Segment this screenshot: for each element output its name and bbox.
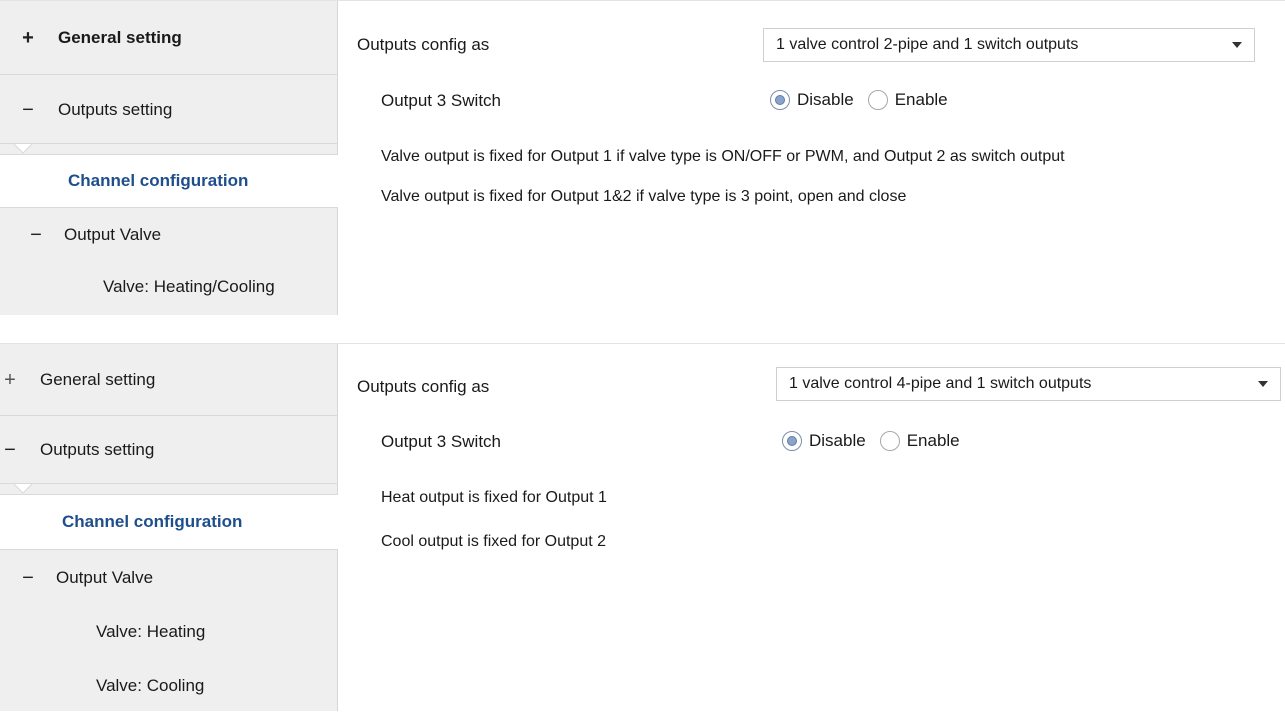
- sidebar-item-valve-heating-cooling[interactable]: Valve: Heating/Cooling: [0, 261, 338, 313]
- sidebar-item-label: Valve: Heating: [96, 622, 206, 641]
- radio-disable-button[interactable]: [770, 90, 790, 110]
- info-note: Valve output is fixed for Output 1&2 if …: [381, 188, 907, 205]
- minus-icon: −: [30, 224, 42, 246]
- outputs-config-select[interactable]: 1 valve control 2-pipe and 1 switch outp…: [763, 28, 1255, 62]
- output-3-switch-radio-group: Disable Enable: [782, 431, 974, 451]
- sidebar-item-valve-cooling[interactable]: Valve: Cooling: [0, 660, 338, 712]
- chevron-down-icon: [1258, 381, 1268, 387]
- radio-disable-label: Disable: [797, 90, 854, 109]
- sidebar-item-label: Channel configuration: [62, 512, 243, 531]
- sidebar-item-outputs-setting[interactable]: − Outputs setting: [0, 417, 338, 484]
- radio-disable[interactable]: Disable: [782, 431, 866, 451]
- minus-icon: −: [22, 567, 34, 589]
- sidebar-item-outputs-setting[interactable]: − Outputs setting: [0, 76, 338, 144]
- sidebar: + General setting − Outputs setting Chan…: [0, 1, 338, 315]
- settings-panel-4-pipe: + General setting − Outputs setting Chan…: [0, 343, 1285, 711]
- sidebar: + General setting − Outputs setting Chan…: [0, 344, 338, 711]
- selection-notch-icon: [14, 484, 32, 494]
- sidebar-item-label: General setting: [58, 27, 182, 47]
- radio-disable[interactable]: Disable: [770, 90, 854, 110]
- outputs-config-select[interactable]: 1 valve control 4-pipe and 1 switch outp…: [776, 367, 1281, 401]
- sidebar-item-label: Outputs setting: [58, 99, 173, 119]
- sidebar-item-general-setting[interactable]: + General setting: [0, 344, 338, 416]
- plus-icon: +: [22, 26, 34, 49]
- sidebar-item-label: General setting: [40, 369, 156, 389]
- info-note: Cool output is fixed for Output 2: [381, 533, 607, 550]
- sidebar-item-channel-configuration[interactable]: Channel configuration: [0, 494, 338, 550]
- radio-enable[interactable]: Enable: [867, 90, 948, 110]
- settings-panel-2-pipe: + General setting − Outputs setting Chan…: [0, 0, 1285, 315]
- output-3-switch-label: Output 3 Switch: [381, 91, 502, 110]
- sidebar-item-label: Output Valve: [56, 568, 154, 587]
- output-3-switch-radio-group: Disable Enable: [770, 90, 962, 110]
- sidebar-item-label: Valve: Heating/Cooling: [103, 277, 275, 296]
- radio-disable-label: Disable: [809, 431, 866, 450]
- chevron-down-icon: [1232, 42, 1242, 48]
- radio-enable-button[interactable]: [867, 90, 888, 110]
- radio-enable[interactable]: Enable: [879, 431, 960, 451]
- info-note: Valve output is fixed for Output 1 if va…: [381, 148, 1065, 165]
- sidebar-item-output-valve[interactable]: − Output Valve: [0, 209, 338, 261]
- sidebar-item-valve-heating[interactable]: Valve: Heating: [0, 606, 338, 658]
- selection-notch-icon: [14, 144, 32, 154]
- radio-enable-label: Enable: [906, 431, 960, 450]
- sidebar-item-general-setting[interactable]: + General setting: [0, 1, 338, 75]
- output-3-switch-label: Output 3 Switch: [381, 432, 502, 451]
- sidebar-item-label: Output Valve: [64, 225, 162, 244]
- plus-icon: +: [4, 368, 16, 391]
- outputs-config-value: 1 valve control 2-pipe and 1 switch outp…: [776, 36, 1079, 53]
- outputs-config-label: Outputs config as: [357, 35, 490, 54]
- sidebar-item-label: Outputs setting: [40, 440, 155, 459]
- outputs-config-label: Outputs config as: [357, 377, 490, 396]
- radio-enable-button[interactable]: [879, 431, 900, 451]
- minus-icon: −: [4, 439, 16, 461]
- radio-enable-label: Enable: [894, 90, 948, 109]
- sidebar-item-output-valve[interactable]: − Output Valve: [0, 551, 338, 605]
- info-note: Heat output is fixed for Output 1: [381, 489, 607, 506]
- sidebar-item-label: Channel configuration: [68, 171, 249, 190]
- minus-icon: −: [22, 98, 34, 121]
- sidebar-item-channel-configuration[interactable]: Channel configuration: [0, 154, 338, 208]
- radio-disable-button[interactable]: [782, 431, 802, 451]
- outputs-config-value: 1 valve control 4-pipe and 1 switch outp…: [789, 375, 1092, 392]
- sidebar-item-label: Valve: Cooling: [96, 676, 205, 695]
